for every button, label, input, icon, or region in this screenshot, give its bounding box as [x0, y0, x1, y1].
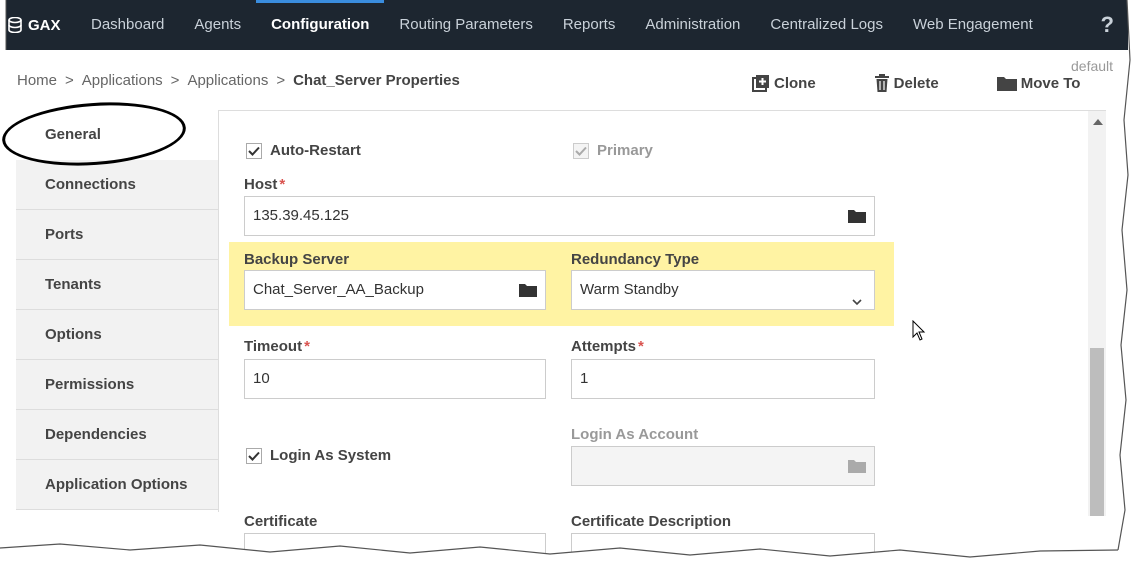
primary-checkbox: Primary	[573, 142, 653, 159]
breadcrumb-applications[interactable]: Applications	[82, 72, 163, 89]
nav-routing-parameters[interactable]: Routing Parameters	[384, 0, 547, 50]
checkbox-box	[246, 142, 262, 159]
logo-text: GAX	[28, 16, 61, 34]
tenant-label: default	[1071, 58, 1114, 74]
check-icon	[248, 451, 260, 461]
nav-configuration[interactable]: Configuration	[256, 0, 385, 50]
host-value: 135.39.45.125	[253, 207, 349, 224]
tab-dependencies[interactable]: Dependencies	[16, 410, 218, 460]
timeout-field[interactable]: 10	[244, 359, 546, 399]
attempts-value: 1	[580, 370, 589, 387]
check-icon	[575, 146, 587, 156]
host-field[interactable]: 135.39.45.125	[244, 196, 875, 236]
app-logo[interactable]: GAX	[6, 17, 76, 34]
content-top-border	[218, 110, 1106, 111]
tab-tenants[interactable]: Tenants	[16, 260, 218, 310]
breadcrumb-separator: >	[276, 72, 286, 89]
tab-general[interactable]: General	[16, 110, 218, 160]
auto-restart-checkbox[interactable]: Auto-Restart	[246, 142, 361, 159]
mouse-cursor-icon	[912, 320, 926, 341]
breadcrumb-separator: >	[170, 72, 180, 89]
folder-icon[interactable]	[519, 283, 537, 297]
host-label-text: Host	[244, 176, 278, 193]
property-tabs: General Connections Ports Tenants Option…	[16, 110, 219, 512]
folder-icon	[996, 77, 1017, 91]
scroll-up-arrow-icon[interactable]	[1093, 119, 1103, 125]
clone-label: Clone	[774, 74, 816, 92]
content-scrollbar[interactable]	[1088, 111, 1106, 516]
check-icon	[248, 146, 260, 156]
database-icon	[8, 17, 22, 33]
backup-server-value: Chat_Server_AA_Backup	[253, 281, 424, 298]
login-as-account-field	[571, 446, 875, 486]
folder-icon[interactable]	[848, 209, 866, 223]
action-toolbar: Clone Delete Move To	[752, 74, 1080, 92]
attempts-label: Attempts *	[571, 338, 644, 355]
certificate-label: Certificate	[244, 513, 318, 530]
certificate-description-field[interactable]	[571, 533, 875, 563]
tab-ports[interactable]: Ports	[16, 210, 218, 260]
redundancy-type-value: Warm Standby	[580, 281, 679, 298]
tab-permissions[interactable]: Permissions	[16, 360, 218, 410]
move-to-button[interactable]: Move To	[996, 74, 1081, 92]
trash-icon	[874, 74, 889, 92]
checkbox-box	[246, 447, 262, 464]
redundancy-type-label: Redundancy Type	[571, 251, 700, 268]
attempts-field[interactable]: 1	[571, 359, 875, 399]
auto-restart-label: Auto-Restart	[270, 142, 361, 159]
clone-button[interactable]: Clone	[752, 74, 816, 92]
breadcrumb-home[interactable]: Home	[17, 72, 57, 89]
folder-icon	[848, 460, 866, 473]
primary-label: Primary	[597, 142, 653, 159]
timeout-value: 10	[253, 370, 270, 387]
delete-button[interactable]: Delete	[874, 74, 939, 92]
nav-centralized-logs[interactable]: Centralized Logs	[755, 0, 898, 50]
attempts-label-text: Attempts	[571, 338, 637, 355]
required-marker: *	[638, 338, 644, 355]
breadcrumb: Home > Applications > Applications > Cha…	[17, 72, 460, 89]
breadcrumb-separator: >	[65, 72, 74, 89]
nav-administration[interactable]: Administration	[630, 0, 755, 50]
nav-dashboard[interactable]: Dashboard	[76, 0, 179, 50]
certificate-field[interactable]	[244, 533, 546, 563]
host-label: Host *	[244, 176, 285, 193]
tab-application-options[interactable]: Application Options	[16, 460, 218, 510]
login-as-account-label: Login As Account	[571, 426, 699, 443]
certificate-description-label: Certificate Description	[571, 513, 732, 530]
tab-connections[interactable]: Connections	[16, 160, 218, 210]
help-icon[interactable]: ?	[1101, 12, 1114, 38]
nav-web-engagement[interactable]: Web Engagement	[898, 0, 1048, 50]
required-marker: *	[279, 176, 286, 193]
chevron-down-icon	[852, 283, 862, 321]
backup-server-field[interactable]: Chat_Server_AA_Backup	[244, 270, 546, 310]
clone-icon	[752, 75, 769, 92]
timeout-label-text: Timeout	[244, 338, 303, 355]
breadcrumb-applications-folder[interactable]: Applications	[187, 72, 268, 89]
nav-reports[interactable]: Reports	[548, 0, 631, 50]
tab-options[interactable]: Options	[16, 310, 218, 360]
move-to-label: Move To	[1020, 74, 1081, 92]
nav-agents[interactable]: Agents	[179, 0, 256, 50]
redundancy-type-select[interactable]: Warm Standby	[571, 270, 875, 310]
timeout-label: Timeout *	[244, 338, 310, 355]
page-title: Chat_Server Properties	[293, 72, 460, 89]
backup-server-label: Backup Server	[244, 251, 350, 268]
login-as-system-checkbox[interactable]: Login As System	[246, 447, 391, 464]
checkbox-box	[573, 142, 589, 159]
required-marker: *	[304, 338, 310, 355]
top-nav: GAX Dashboard Agents Configuration Routi…	[6, 0, 1128, 50]
delete-label: Delete	[893, 74, 939, 92]
login-as-system-label: Login As System	[270, 447, 392, 464]
scroll-thumb[interactable]	[1090, 348, 1104, 516]
